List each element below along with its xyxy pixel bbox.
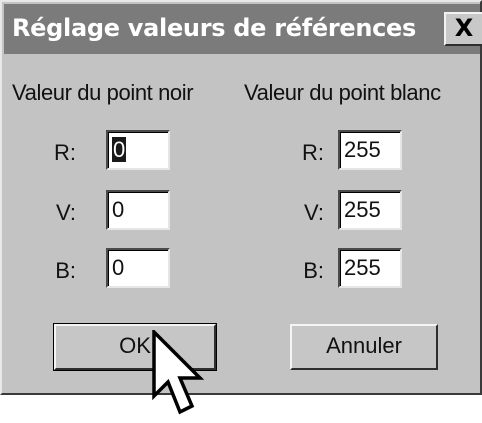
cancel-button[interactable]: Annuler [290,324,438,370]
black-r-field[interactable]: 0 [106,130,170,170]
black-v-field[interactable]: 0 [106,190,170,230]
black-b-label: B: [55,258,76,283]
white-r-value: 255 [344,137,381,162]
black-v-value: 0 [112,197,125,222]
black-r-value: 0 [112,137,127,162]
white-b-field[interactable]: 255 [338,248,402,288]
close-button[interactable]: X [444,12,482,46]
black-point-header: Valeur du point noir [12,80,194,105]
black-r-label: R: [54,140,76,165]
white-r-label: R: [302,140,324,165]
white-b-value: 255 [344,255,381,280]
dialog-title: Réglage valeurs de références [12,14,417,42]
black-b-value: 0 [112,255,125,280]
white-v-field[interactable]: 255 [338,190,402,230]
reference-values-dialog: Réglage valeurs de références X Valeur d… [0,0,482,395]
white-r-field[interactable]: 255 [338,130,402,170]
black-b-field[interactable]: 0 [106,248,170,288]
white-v-label: V: [304,200,324,225]
white-v-value: 255 [344,197,381,222]
white-b-label: B: [303,258,324,283]
white-point-header: Valeur du point blanc [244,80,441,105]
black-v-label: V: [56,200,76,225]
title-bar[interactable]: Réglage valeurs de références X [4,4,482,54]
mouse-pointer-icon [150,327,210,423]
